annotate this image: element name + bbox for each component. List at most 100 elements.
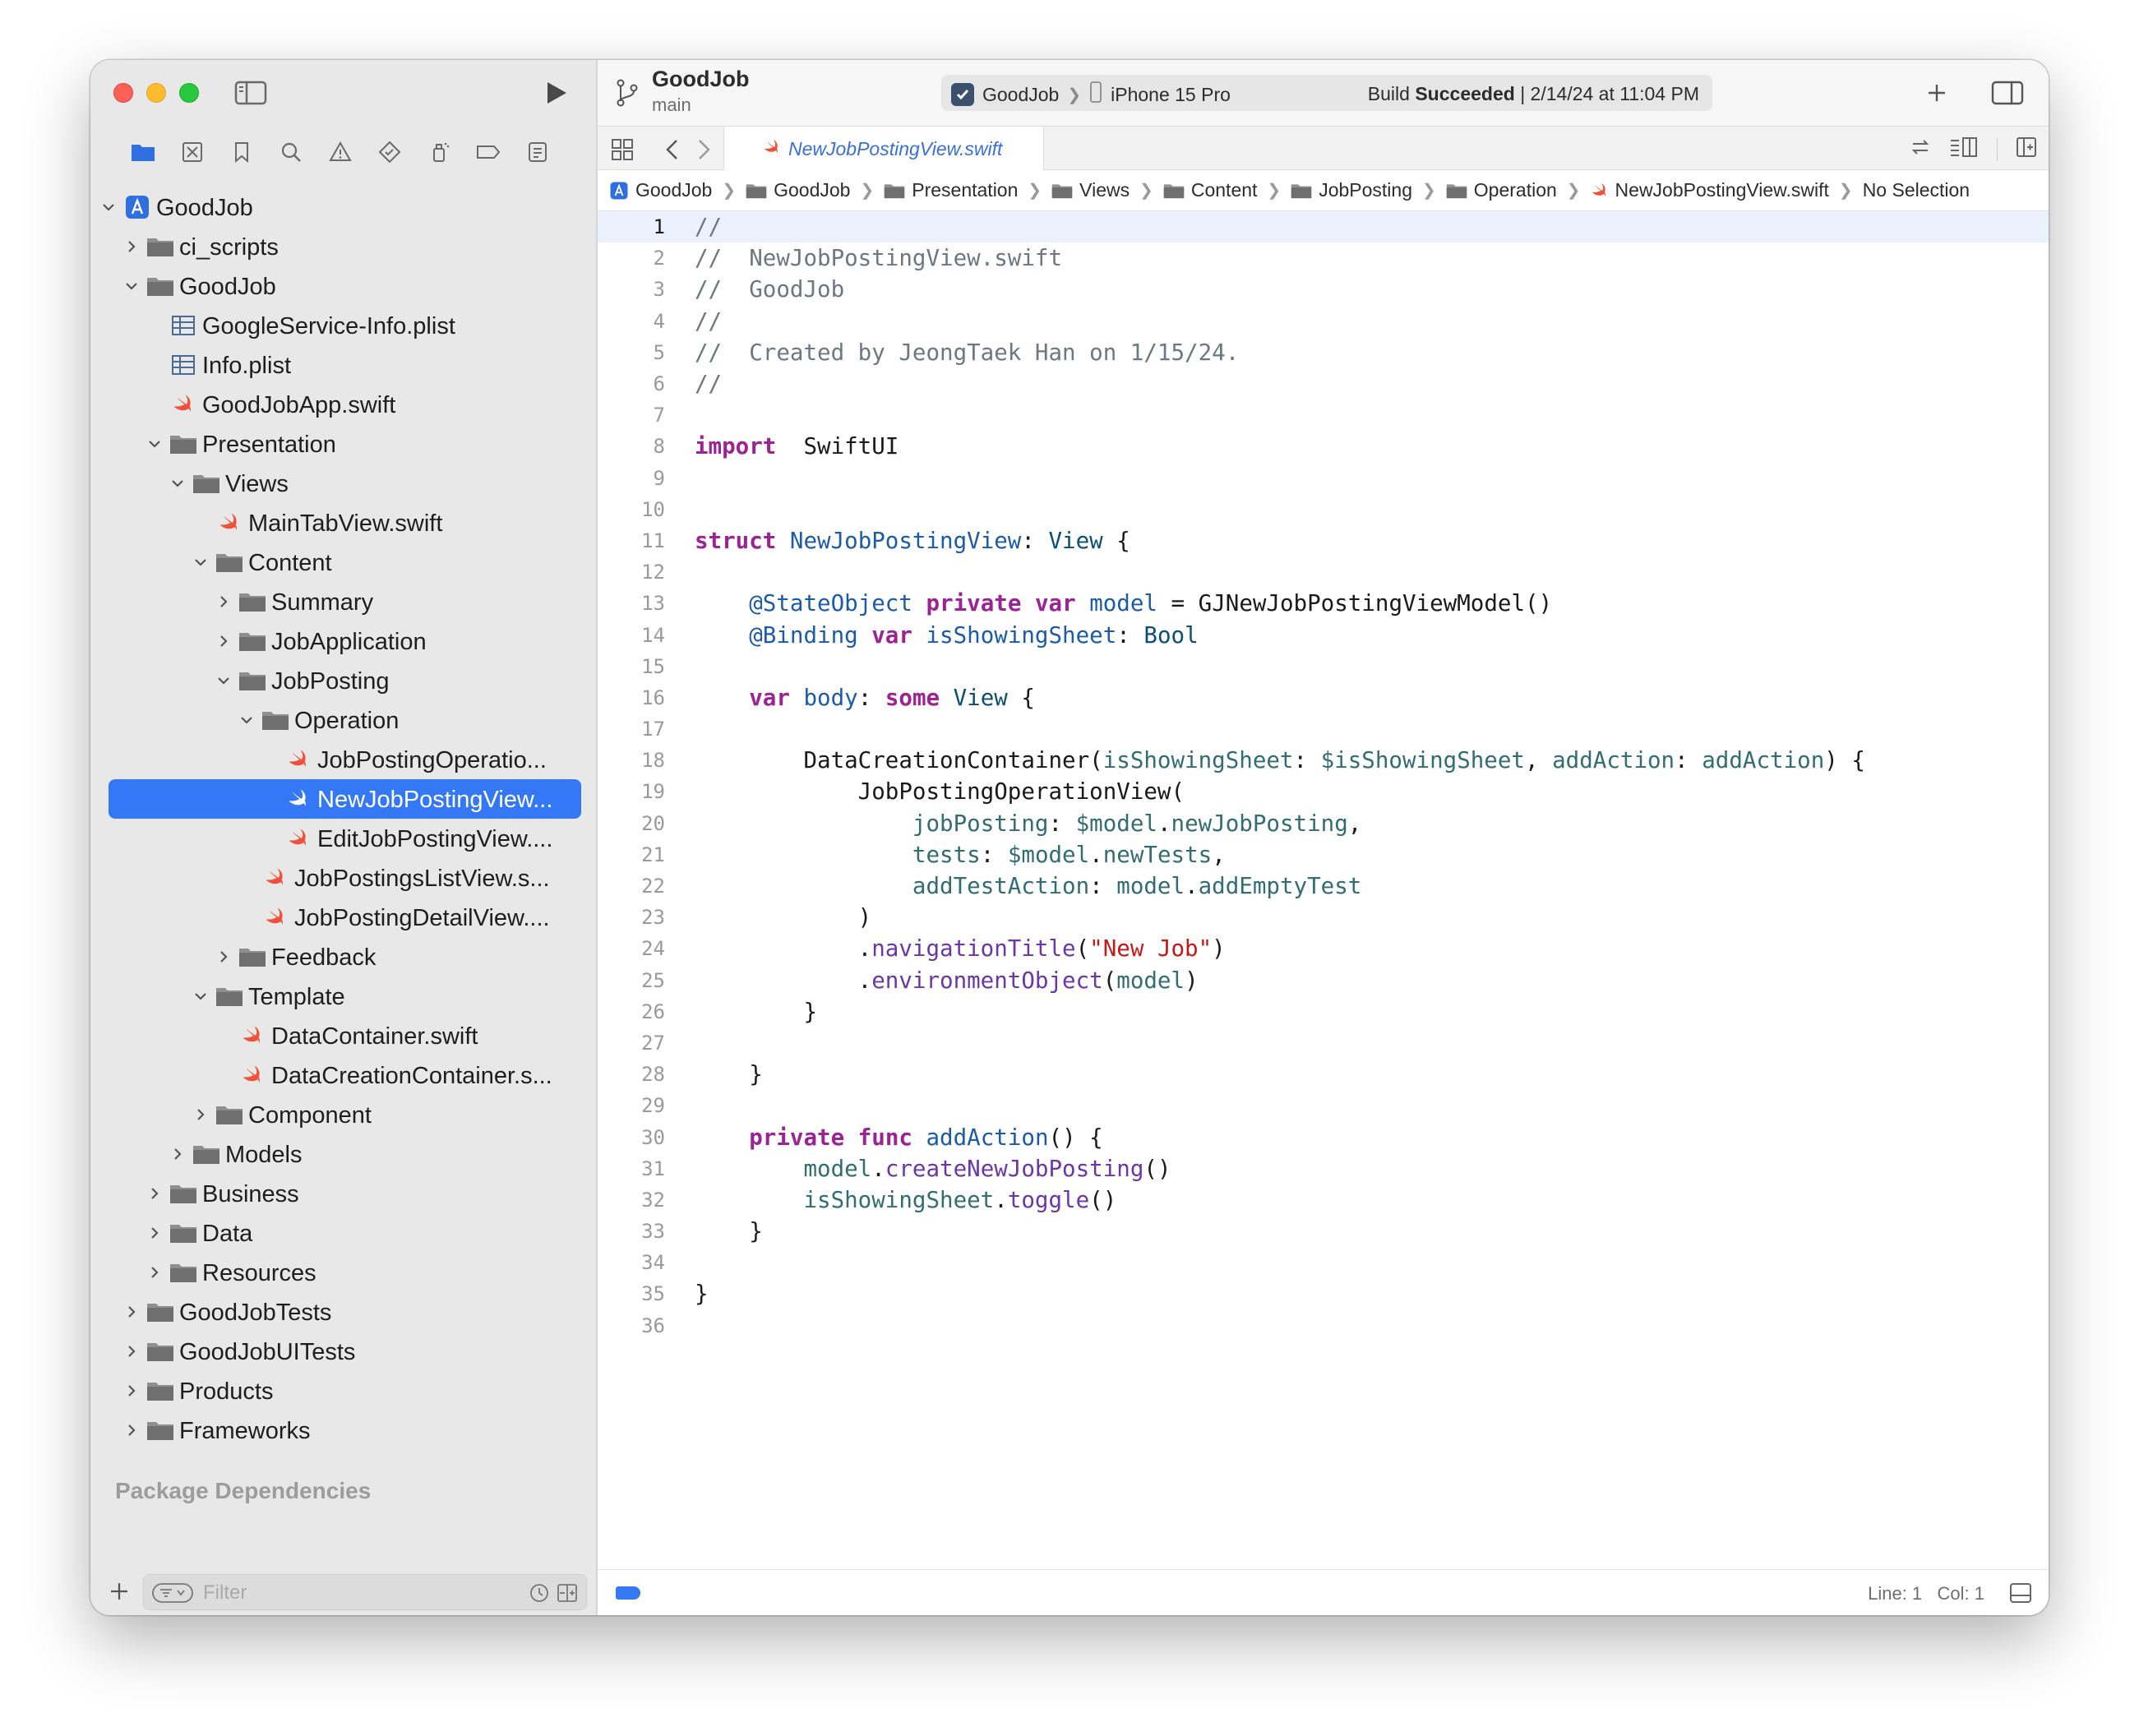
line-number[interactable]: 35 <box>598 1282 665 1305</box>
branch-name[interactable]: main <box>652 95 691 116</box>
chevron-right-icon[interactable] <box>123 1383 140 1399</box>
line-number[interactable]: 32 <box>598 1189 665 1212</box>
run-button[interactable] <box>541 78 571 108</box>
line-number[interactable]: 4 <box>598 310 665 333</box>
line-number[interactable]: 13 <box>598 592 665 615</box>
test-diamond-icon[interactable] <box>373 136 406 169</box>
line-number[interactable]: 25 <box>598 969 665 992</box>
source-editor[interactable]: 1 // 2 // NewJobPostingView.swift 3 // GoodJo… <box>598 211 2049 1569</box>
search-icon[interactable] <box>275 136 307 169</box>
swap-icon[interactable] <box>1910 136 1931 162</box>
add-icon[interactable] <box>107 1579 132 1604</box>
line-number[interactable]: 29 <box>598 1094 665 1117</box>
chevron-down-icon[interactable] <box>192 988 209 1004</box>
tree-item[interactable]: JobApplication <box>90 621 598 661</box>
tree-item[interactable]: Business <box>90 1174 598 1213</box>
jump-bar-item[interactable]: Presentation <box>884 179 1018 201</box>
line-number[interactable]: 7 <box>598 404 665 427</box>
minimize-button[interactable] <box>146 83 166 103</box>
line-number[interactable]: 9 <box>598 467 665 490</box>
line-number[interactable]: 1 <box>598 215 665 238</box>
jump-bar-item[interactable]: JobPosting <box>1291 179 1412 201</box>
jump-bar-item[interactable]: GoodJob <box>746 179 850 201</box>
chevron-down-icon[interactable] <box>123 278 140 294</box>
tree-item[interactable]: GoodJob <box>90 187 598 227</box>
warning-icon[interactable] <box>324 136 357 169</box>
tree-item[interactable]: GoodJobTests <box>90 1292 598 1332</box>
line-number[interactable]: 19 <box>598 780 665 803</box>
line-number[interactable]: 21 <box>598 843 665 866</box>
debug-spray-icon[interactable] <box>423 136 455 169</box>
filter-input[interactable]: Filter <box>143 1574 587 1610</box>
line-number[interactable]: 17 <box>598 718 665 741</box>
tree-item[interactable]: Template <box>90 976 598 1016</box>
chevron-right-icon[interactable] <box>169 1146 186 1162</box>
tree-item[interactable]: NewJobPostingView... <box>90 779 598 819</box>
jump-bar-item[interactable]: Operation <box>1446 179 1557 201</box>
tree-item[interactable]: Models <box>90 1134 598 1174</box>
line-number[interactable]: 14 <box>598 624 665 647</box>
line-number[interactable]: 8 <box>598 435 665 458</box>
tree-item[interactable]: Component <box>90 1095 598 1134</box>
line-number[interactable]: 10 <box>598 498 665 521</box>
line-number[interactable]: 28 <box>598 1063 665 1086</box>
zoom-button[interactable] <box>179 83 199 103</box>
project-navigator-icon[interactable] <box>127 136 159 169</box>
tree-item[interactable]: Resources <box>90 1253 598 1292</box>
chevron-down-icon[interactable] <box>215 672 232 689</box>
tree-item[interactable]: Content <box>90 542 598 582</box>
line-number[interactable]: 3 <box>598 278 665 301</box>
chevron-right-icon[interactable] <box>123 238 140 255</box>
chevron-down-icon[interactable] <box>100 199 117 215</box>
chevron-right-icon[interactable] <box>123 1422 140 1438</box>
line-number[interactable]: 16 <box>598 686 665 709</box>
chevron-down-icon[interactable] <box>192 554 209 570</box>
related-items-icon[interactable] <box>611 138 634 161</box>
line-number[interactable]: 5 <box>598 341 665 364</box>
bookmark-icon[interactable] <box>225 136 258 169</box>
tab-newjobpostingview[interactable]: NewJobPostingView.swift <box>723 127 1044 171</box>
jump-bar-item[interactable]: Views <box>1051 179 1130 201</box>
tree-item[interactable]: Summary <box>90 582 598 621</box>
inspector-toggle-icon[interactable] <box>1991 80 2024 106</box>
project-title[interactable]: GoodJob <box>652 67 749 92</box>
chevron-down-icon[interactable] <box>169 475 186 492</box>
tree-item[interactable]: JobPostingOperatio... <box>90 740 598 779</box>
tree-item[interactable]: Views <box>90 464 598 503</box>
line-number[interactable]: 20 <box>598 812 665 835</box>
line-number[interactable]: 23 <box>598 906 665 929</box>
close-button[interactable] <box>113 83 133 103</box>
forward-icon[interactable] <box>695 138 713 161</box>
tree-item[interactable]: GoogleService-Info.plist <box>90 306 598 345</box>
source-control-icon[interactable] <box>176 136 209 169</box>
source-control-filter-icon[interactable] <box>557 1582 578 1608</box>
chevron-right-icon[interactable] <box>215 949 232 965</box>
line-number[interactable]: 18 <box>598 749 665 772</box>
editor-options-icon[interactable] <box>1949 136 1979 162</box>
tree-item[interactable]: Feedback <box>90 937 598 976</box>
line-number[interactable]: 6 <box>598 372 665 395</box>
line-number[interactable]: 27 <box>598 1032 665 1055</box>
chevron-right-icon[interactable] <box>215 633 232 649</box>
tree-item[interactable]: JobPostingsListView.s... <box>90 858 598 898</box>
report-icon[interactable] <box>521 136 554 169</box>
tree-item[interactable]: Info.plist <box>90 345 598 385</box>
run-destination[interactable]: iPhone 15 Pro <box>1111 84 1231 106</box>
recent-files-icon[interactable] <box>529 1582 550 1608</box>
tree-item[interactable]: GoodJob <box>90 266 598 306</box>
tree-item[interactable]: ci_scripts <box>90 227 598 266</box>
line-number[interactable]: 31 <box>598 1157 665 1180</box>
tree-item[interactable]: JobPosting <box>90 661 598 700</box>
tree-item[interactable]: JobPostingDetailView.... <box>90 898 598 937</box>
tree-item[interactable]: DataContainer.swift <box>90 1016 598 1055</box>
line-number[interactable]: 22 <box>598 875 665 898</box>
line-number[interactable]: 33 <box>598 1220 665 1243</box>
line-number[interactable]: 30 <box>598 1126 665 1149</box>
debug-area-toggle-icon[interactable] <box>2009 1581 2032 1604</box>
tree-item[interactable]: Frameworks <box>90 1410 598 1450</box>
scheme-selector[interactable]: GoodJob ❯ iPhone 15 Pro <box>951 81 1231 108</box>
line-number[interactable]: 36 <box>598 1314 665 1337</box>
line-number[interactable]: 26 <box>598 1000 665 1023</box>
tree-item[interactable]: EditJobPostingView.... <box>90 819 598 858</box>
tree-item[interactable]: Products <box>90 1371 598 1410</box>
